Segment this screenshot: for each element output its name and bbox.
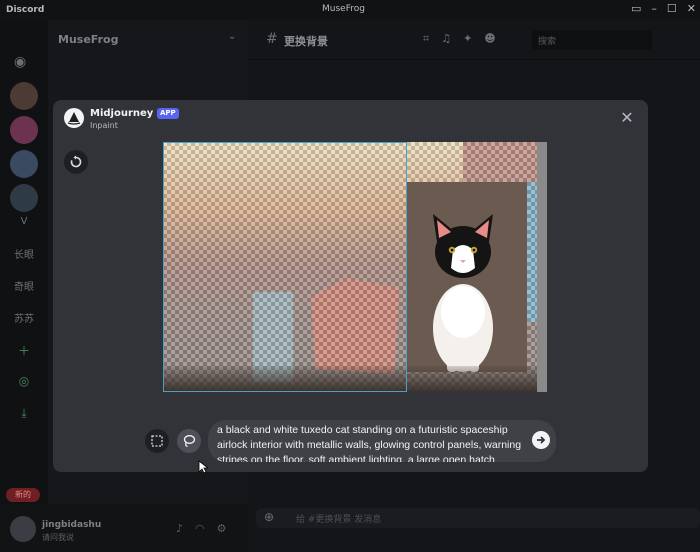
download-icon[interactable]: ⤓ [14, 406, 34, 421]
headset-icon[interactable]: ◠ [195, 522, 205, 535]
selection-rect[interactable] [163, 142, 407, 392]
title-bar: Discord MuseFrog ▭ – ☐ ✕ [0, 0, 700, 20]
user-controls: ♪ ◠ ⚙ [176, 522, 227, 535]
add-attachment-icon[interactable]: ⊕ [264, 510, 274, 524]
app-tag: APP [157, 108, 179, 119]
prompt-text[interactable]: a black and white tuxedo cat standing on… [217, 423, 529, 462]
add-server-icon[interactable]: ＋ [14, 342, 34, 359]
window-controls: ▭ – ☐ ✕ [631, 2, 696, 15]
members-icon[interactable]: ☻ [484, 32, 495, 46]
submit-arrow-icon [537, 436, 546, 444]
reset-button[interactable] [64, 150, 88, 174]
header-toolbar: ⌗ ♫ ✦ ☻ [423, 32, 496, 46]
channel-header: # 更换背景 ⌗ ♫ ✦ ☻ 搜索 [248, 20, 700, 60]
new-badge: 新的 [6, 488, 40, 502]
server-name[interactable]: MuseFrog [58, 33, 118, 46]
canvas-edge [537, 142, 547, 392]
server-label-4[interactable]: 苏苏 [4, 310, 44, 325]
server-icon-4[interactable] [10, 184, 38, 212]
discord-logo-icon[interactable]: ◉ [14, 54, 26, 70]
app-name: Discord [6, 5, 45, 15]
inbox-icon[interactable]: ▭ [631, 2, 641, 15]
avatar[interactable] [10, 516, 36, 542]
chevron-down-icon[interactable]: ⌄ [228, 31, 236, 42]
channel-name: 更换背景 [284, 35, 328, 48]
hash-icon: # [266, 31, 278, 47]
user-status: 请问我说 [42, 533, 74, 542]
user-panel: jingbidashu 请问我说 ♪ ◠ ⚙ [0, 504, 248, 552]
minimize-icon[interactable]: – [651, 2, 657, 15]
lasso-button[interactable] [177, 429, 201, 453]
inpaint-modal: Midjourney Bot APP Inpaint ✕ a black and… [53, 100, 648, 472]
mouse-cursor-icon [198, 460, 208, 474]
lasso-icon [183, 435, 196, 448]
window-close-icon[interactable]: ✕ [687, 2, 696, 15]
prompt-input[interactable]: a black and white tuxedo cat standing on… [208, 420, 556, 462]
window-title: MuseFrog [322, 4, 365, 14]
explore-icon[interactable]: ◎ [14, 374, 34, 388]
server-icon-1[interactable] [10, 82, 38, 110]
bot-avatar [64, 108, 84, 128]
gear-icon[interactable]: ⚙ [217, 522, 227, 535]
reset-icon [70, 155, 82, 168]
server-icon-3[interactable] [10, 150, 38, 178]
midjourney-sail-icon [67, 112, 81, 125]
message-input[interactable]: ⊕ 给 #更换背景 发消息 [256, 508, 700, 528]
server-label-v[interactable]: V [4, 216, 44, 227]
threads-icon[interactable]: ⌗ [423, 32, 429, 46]
maximize-icon[interactable]: ☐ [667, 2, 677, 15]
submit-button[interactable] [532, 431, 550, 449]
select-rect-button[interactable] [145, 429, 169, 453]
server-label-2[interactable]: 长眼 [4, 246, 44, 261]
server-label-3[interactable]: 奇眼 [4, 278, 44, 293]
mic-icon[interactable]: ♪ [176, 522, 183, 535]
pin-icon[interactable]: ✦ [463, 32, 472, 46]
bell-icon[interactable]: ♫ [441, 32, 451, 46]
search-input[interactable]: 搜索 [532, 30, 652, 50]
modal-subtitle: Inpaint [90, 121, 118, 130]
server-icon-2[interactable] [10, 116, 38, 144]
select-rect-icon [151, 435, 163, 447]
user-name: jingbidashu [42, 520, 102, 530]
close-icon[interactable]: ✕ [619, 110, 635, 126]
message-placeholder: 给 #更换背景 发消息 [296, 515, 382, 525]
server-rail: ◉ V 长眼 奇眼 苏苏 ＋ ◎ ⤓ [0, 20, 48, 552]
inpaint-canvas[interactable] [163, 142, 547, 392]
